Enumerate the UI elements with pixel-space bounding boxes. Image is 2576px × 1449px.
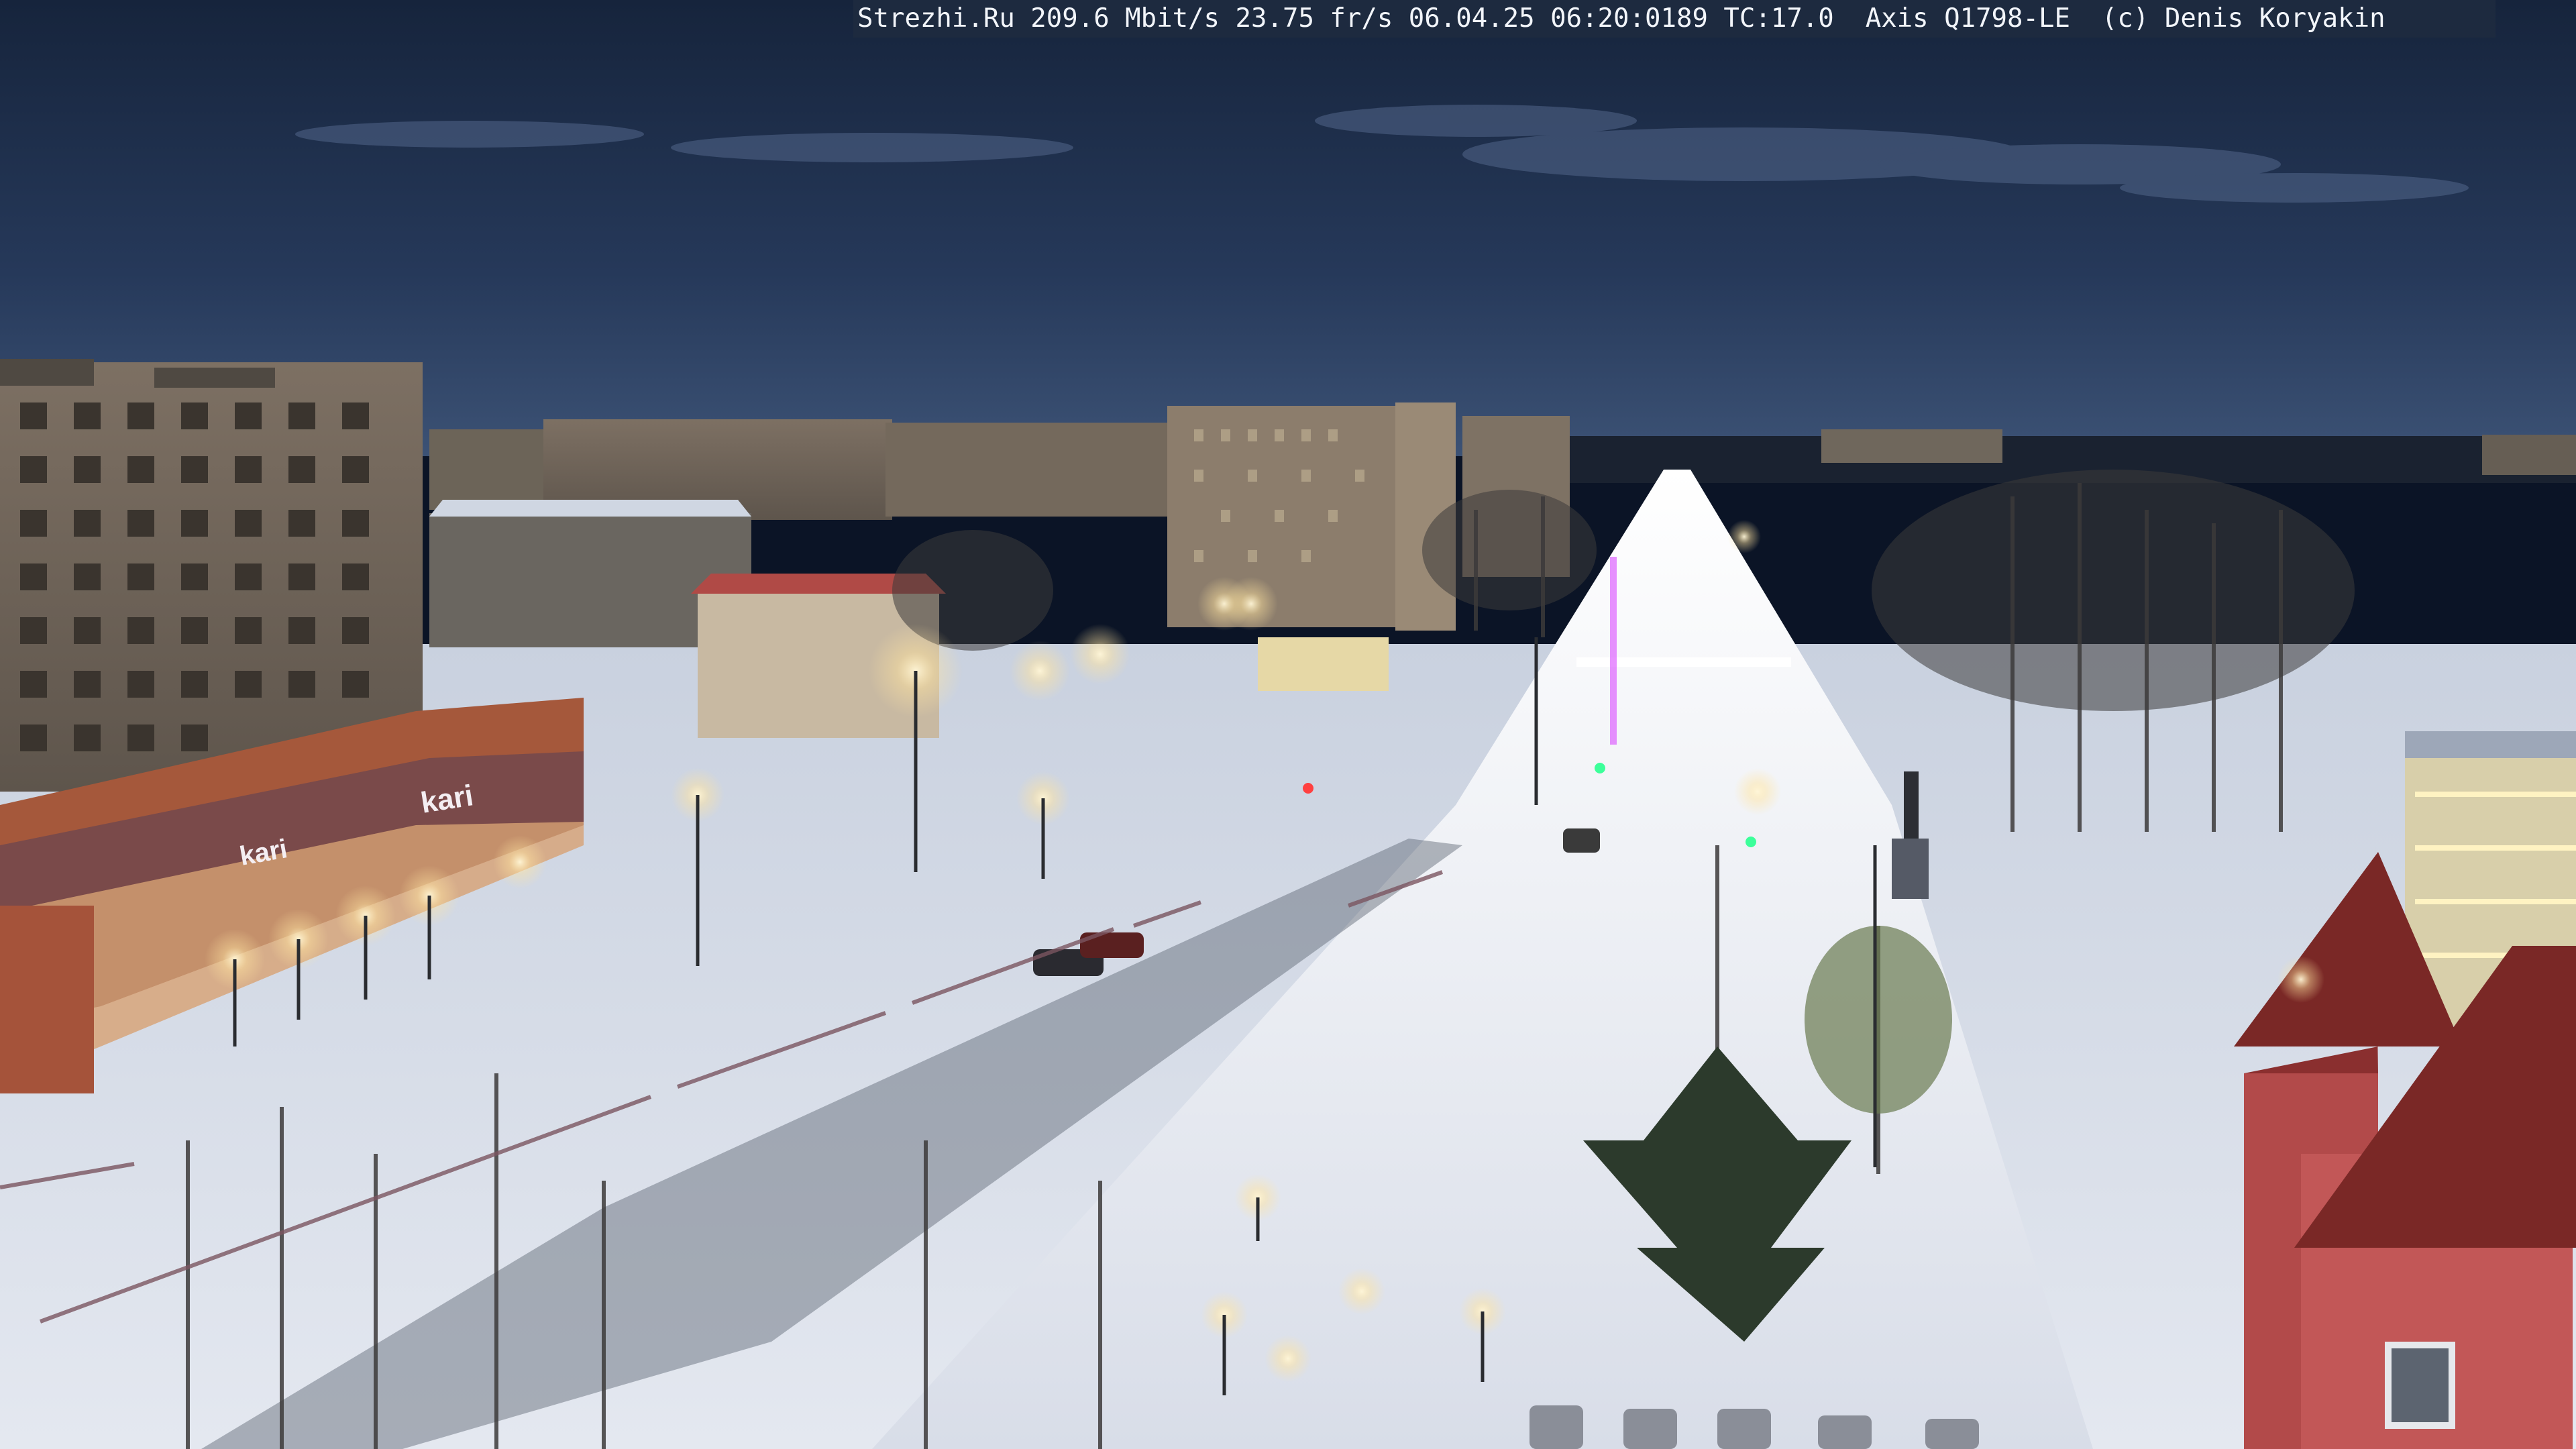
traffic-light-red [1303,783,1313,794]
monument-pedestal [1892,839,1929,899]
birch-canopy [1805,926,1952,1114]
traffic-light-green [1595,763,1605,773]
webcam-frame: kari kari Strezhi.Ru 209.6 Mbit/s 23.75 … [0,0,2576,1449]
mid-house-roof [429,500,751,517]
monument-figure [1904,771,1919,839]
garland-lights [1610,557,1617,745]
kiosk-yellow [1258,637,1389,691]
camera-overlay-text: Strezhi.Ru 209.6 Mbit/s 23.75 fr/s 06.04… [853,0,2496,38]
traffic-light-green-2 [1746,837,1756,847]
city-street-photo: kari kari [0,0,2576,1449]
car-far [1563,828,1600,853]
crosswalk [1576,657,1791,667]
